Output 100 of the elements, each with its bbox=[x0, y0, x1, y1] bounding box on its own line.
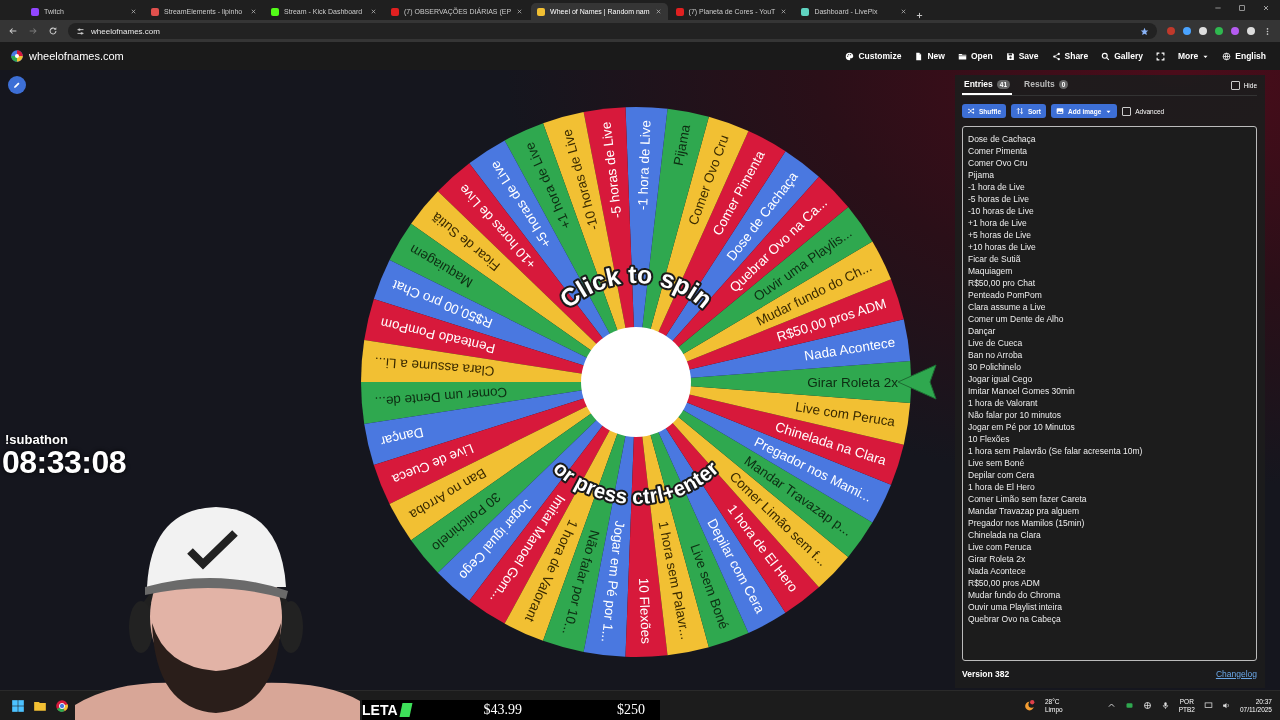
checkbox[interactable] bbox=[1122, 106, 1132, 116]
tray-app-icon[interactable] bbox=[1124, 701, 1134, 710]
menu-button[interactable]: More bbox=[1178, 51, 1210, 61]
segment-label: Comer um Dente de... bbox=[374, 384, 508, 410]
segment-label: 10 Flexões bbox=[636, 577, 654, 645]
entry-line: Comer Ovo Cru bbox=[968, 157, 1029, 169]
reload-icon[interactable] bbox=[48, 26, 58, 36]
star-icon[interactable] bbox=[1140, 26, 1149, 36]
ticker-amount: $250 bbox=[617, 702, 645, 718]
edit-button[interactable] bbox=[8, 76, 26, 94]
microphone-icon[interactable] bbox=[1160, 701, 1170, 710]
favicon-icon bbox=[391, 7, 399, 16]
entry-line: Jogar em Pé por 10 Minutos bbox=[968, 421, 1076, 433]
network-icon[interactable] bbox=[1142, 701, 1152, 710]
site-logo-text: wheelofnames.com bbox=[29, 50, 124, 62]
entry-line: Quebrar Ovo na Cabeça bbox=[968, 613, 1062, 625]
entry-line: Dançar bbox=[968, 325, 997, 337]
entry-line: Mudar fundo do Chroma bbox=[968, 589, 1062, 601]
favicon-icon bbox=[271, 7, 279, 16]
entry-line: 1 hora de Valorant bbox=[968, 397, 1039, 409]
entry-line: Pregador nos Mamilos (15min) bbox=[968, 517, 1086, 529]
favicon-icon bbox=[675, 7, 684, 16]
entry-line: Live com Peruca bbox=[968, 541, 1033, 553]
entry-line: Dose de Cachaça bbox=[968, 133, 1037, 145]
segment-label: Nada Acontece bbox=[803, 334, 897, 364]
checkbox[interactable] bbox=[1230, 80, 1240, 90]
file-icon bbox=[914, 51, 924, 61]
windows-icon[interactable] bbox=[11, 698, 25, 713]
entry-line: Pijama bbox=[968, 169, 995, 181]
entries-field[interactable] bbox=[962, 126, 1257, 661]
forward-icon[interactable] bbox=[28, 26, 38, 36]
chevron-up-icon[interactable] bbox=[1106, 701, 1116, 710]
entry-line: Chinelada na Clara bbox=[968, 529, 1042, 541]
entry-line: Ouvir uma Playlist inteira bbox=[968, 601, 1063, 613]
globe-icon bbox=[1222, 51, 1232, 61]
folder-icon bbox=[957, 51, 967, 61]
close-icon[interactable] bbox=[654, 8, 662, 15]
entry-line: Não falar por 10 minutos bbox=[968, 409, 1063, 421]
segment-label: Pijama bbox=[670, 123, 694, 167]
menu-button[interactable]: Share bbox=[1051, 51, 1089, 61]
site-info-icon[interactable] bbox=[76, 26, 85, 36]
entry-line: Clara assume a Live bbox=[968, 301, 1047, 313]
shuffle-icon bbox=[967, 107, 975, 115]
close-icon[interactable] bbox=[1262, 4, 1270, 12]
menu-button[interactable]: Open bbox=[957, 51, 993, 61]
close-icon[interactable] bbox=[130, 8, 137, 15]
menu-button[interactable]: Save bbox=[1005, 51, 1039, 61]
ticker-bar bbox=[399, 703, 412, 717]
segment-label: Clara assume a Li... bbox=[374, 354, 496, 379]
entry-line: Comer Limão sem fazer Careta bbox=[968, 493, 1088, 505]
changelog-link[interactable]: Changelog bbox=[1215, 669, 1257, 679]
entry-line: Maquiagem bbox=[968, 265, 1014, 277]
display-icon[interactable] bbox=[1203, 701, 1213, 710]
entry-line: Comer Pimenta bbox=[968, 145, 1029, 157]
ticker-text: LETA bbox=[362, 702, 398, 718]
entry-line: 10 Flexões bbox=[968, 433, 1011, 445]
weather-icon bbox=[1022, 699, 1036, 712]
maximize-icon[interactable] bbox=[1238, 4, 1246, 12]
overlay-label: !subathon bbox=[5, 432, 68, 447]
close-icon[interactable] bbox=[900, 8, 908, 15]
new-tab-icon[interactable] bbox=[915, 11, 925, 20]
fullscreen-icon[interactable] bbox=[1156, 51, 1165, 61]
save-icon bbox=[1005, 51, 1015, 61]
entry-line: Depilar com Cera bbox=[968, 469, 1036, 481]
close-icon[interactable] bbox=[250, 8, 257, 15]
share-icon bbox=[1051, 51, 1061, 61]
entry-line: -5 horas de Live bbox=[968, 193, 1030, 205]
menu-button[interactable]: Customize bbox=[845, 51, 902, 61]
close-icon[interactable] bbox=[370, 8, 377, 15]
favicon-icon bbox=[537, 7, 546, 16]
browser-icon[interactable] bbox=[55, 698, 69, 713]
entry-line: -10 horas de Live bbox=[968, 205, 1035, 217]
entry-line: Penteado PomPom bbox=[968, 289, 1043, 301]
wheel-hub[interactable] bbox=[581, 327, 691, 437]
volume-icon[interactable] bbox=[1221, 701, 1231, 710]
entry-line: Imitar Manoel Gomes 30min bbox=[968, 385, 1076, 397]
entry-line: Ficar de Sutiã bbox=[968, 253, 1022, 265]
segment-label: Dançar bbox=[379, 424, 425, 449]
entry-line: 30 Polichinelo bbox=[968, 361, 1022, 373]
entry-line: Live de Cueca bbox=[968, 337, 1024, 349]
segment-label: -1 hora de Live bbox=[635, 119, 654, 211]
close-icon[interactable] bbox=[516, 8, 524, 15]
image-icon bbox=[1056, 107, 1065, 115]
close-icon[interactable] bbox=[780, 8, 788, 15]
segment-label: Girar Roleta 2x bbox=[807, 374, 898, 390]
address-field[interactable]: wheelofnames.com bbox=[68, 23, 1157, 39]
entry-line: +10 horas de Live bbox=[968, 241, 1037, 253]
menu-button[interactable]: Gallery bbox=[1101, 51, 1143, 61]
favicon-icon bbox=[31, 7, 39, 16]
version-text: Version 382 bbox=[962, 669, 1010, 679]
segment-label: -5 horas de Live bbox=[598, 120, 625, 219]
entry-line: Ban no Arroba bbox=[968, 349, 1024, 361]
countdown-timer: 08:33:08 bbox=[2, 444, 127, 481]
menu-button[interactable]: New bbox=[914, 51, 945, 61]
favicon-icon bbox=[151, 7, 159, 16]
entry-line: 1 hora sem Palavrão (Se falar acresenta 10m) bbox=[968, 445, 1144, 457]
pointer-icon bbox=[897, 364, 937, 400]
menu-button[interactable]: English bbox=[1222, 51, 1266, 61]
back-icon[interactable] bbox=[8, 26, 18, 36]
entry-line: Live sem Boné bbox=[968, 457, 1026, 469]
